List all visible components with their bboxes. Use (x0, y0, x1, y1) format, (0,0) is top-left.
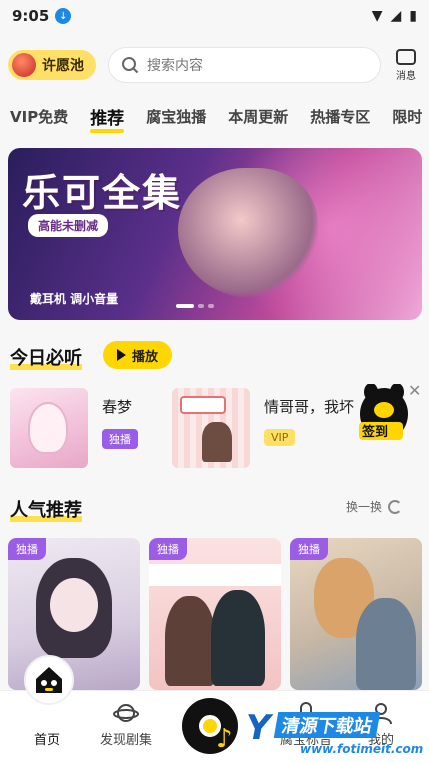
item-title: 春梦 (102, 398, 133, 416)
list-item[interactable]: 春梦 独播 (10, 388, 138, 468)
refresh-icon (388, 499, 403, 514)
status-time: 9:05 (12, 7, 50, 25)
status-icons: ▼ ◢ ▮ (372, 8, 417, 24)
vip-badge: VIP (264, 429, 296, 446)
nav-discover[interactable]: 发现剧集 (92, 691, 160, 763)
tab-exclusive[interactable]: 腐宝独播 (146, 106, 206, 127)
wish-pool-label: 许愿池 (42, 58, 84, 74)
search-input[interactable]: 搜索内容 (108, 47, 381, 83)
play-icon (117, 349, 126, 361)
messages-label: 消息 (396, 70, 416, 82)
watermark-url: www.fotimeit.com (300, 742, 424, 756)
item-title: 情哥哥，我坏 (264, 398, 355, 416)
section-title-popular: 人气推荐 (10, 496, 82, 522)
exclusive-badge: 独播 (290, 538, 328, 560)
play-all-button[interactable]: 播放 (103, 341, 173, 369)
home-icon[interactable] (24, 655, 74, 705)
drama-card[interactable]: 独播 (290, 538, 422, 690)
watermark: Y 清源下载站 www.fotimeit.com (246, 706, 424, 758)
refresh-label: 换一换 (346, 500, 383, 514)
tab-weekly-update[interactable]: 本周更新 (228, 106, 288, 127)
cover-image (172, 388, 250, 468)
exclusive-badge: 独播 (102, 429, 138, 449)
top-bar: 许愿池 搜索内容 消息 (8, 44, 421, 86)
planet-icon (113, 704, 139, 722)
wifi-icon: ▼ (371, 8, 383, 24)
banner-hint: 戴耳机 调小音量 (30, 292, 119, 306)
section-title-today: 今日必听 (10, 344, 82, 370)
banner-title: 乐可全集 (22, 170, 183, 215)
list-item[interactable]: 情哥哥，我坏 VIP (172, 388, 354, 468)
messages-button[interactable]: 消息 (391, 48, 421, 82)
battery-icon: ▮ (409, 8, 417, 24)
exclusive-badge: 独播 (8, 538, 46, 560)
nav-discover-label: 发现剧集 (99, 733, 152, 748)
close-icon[interactable]: ✕ (408, 381, 421, 400)
tab-vip-free[interactable]: VIP免费 (10, 106, 68, 127)
hero-banner[interactable]: 乐可全集 高能未删减 戴耳机 调小音量 (8, 148, 422, 320)
search-placeholder: 搜索内容 (147, 58, 203, 74)
cover-image (10, 388, 88, 468)
category-tabs: VIP免费 推荐 腐宝独播 本周更新 热播专区 限时 (0, 98, 429, 134)
drama-card[interactable]: 独播 (149, 538, 281, 690)
banner-pagination (176, 304, 214, 308)
music-note-icon: ♪ (216, 724, 233, 754)
exclusive-badge: 独播 (149, 538, 187, 560)
download-indicator-icon: ↓ (55, 8, 72, 24)
checkin-label: 签到 (362, 425, 389, 440)
refresh-button[interactable]: 换一换 (346, 498, 403, 515)
status-bar: 9:05 ↓ ▼ ◢ ▮ (0, 0, 429, 32)
signal-icon: ◢ (390, 8, 402, 24)
message-icon (396, 48, 416, 65)
tab-recommend[interactable]: 推荐 (90, 104, 125, 133)
wish-pot-icon (12, 53, 36, 77)
wish-pool-button[interactable]: 许愿池 (8, 50, 96, 80)
banner-tag: 高能未删减 (28, 214, 109, 237)
tab-limited[interactable]: 限时 (392, 106, 422, 127)
play-label: 播放 (132, 349, 159, 365)
tab-hot[interactable]: 热播专区 (310, 106, 370, 127)
watermark-name: 清源下载站 (273, 712, 381, 738)
watermark-logo-icon: Y (246, 708, 271, 748)
banner-artwork (178, 168, 318, 298)
search-icon (122, 57, 139, 74)
nav-home-label: 首页 (33, 733, 60, 748)
